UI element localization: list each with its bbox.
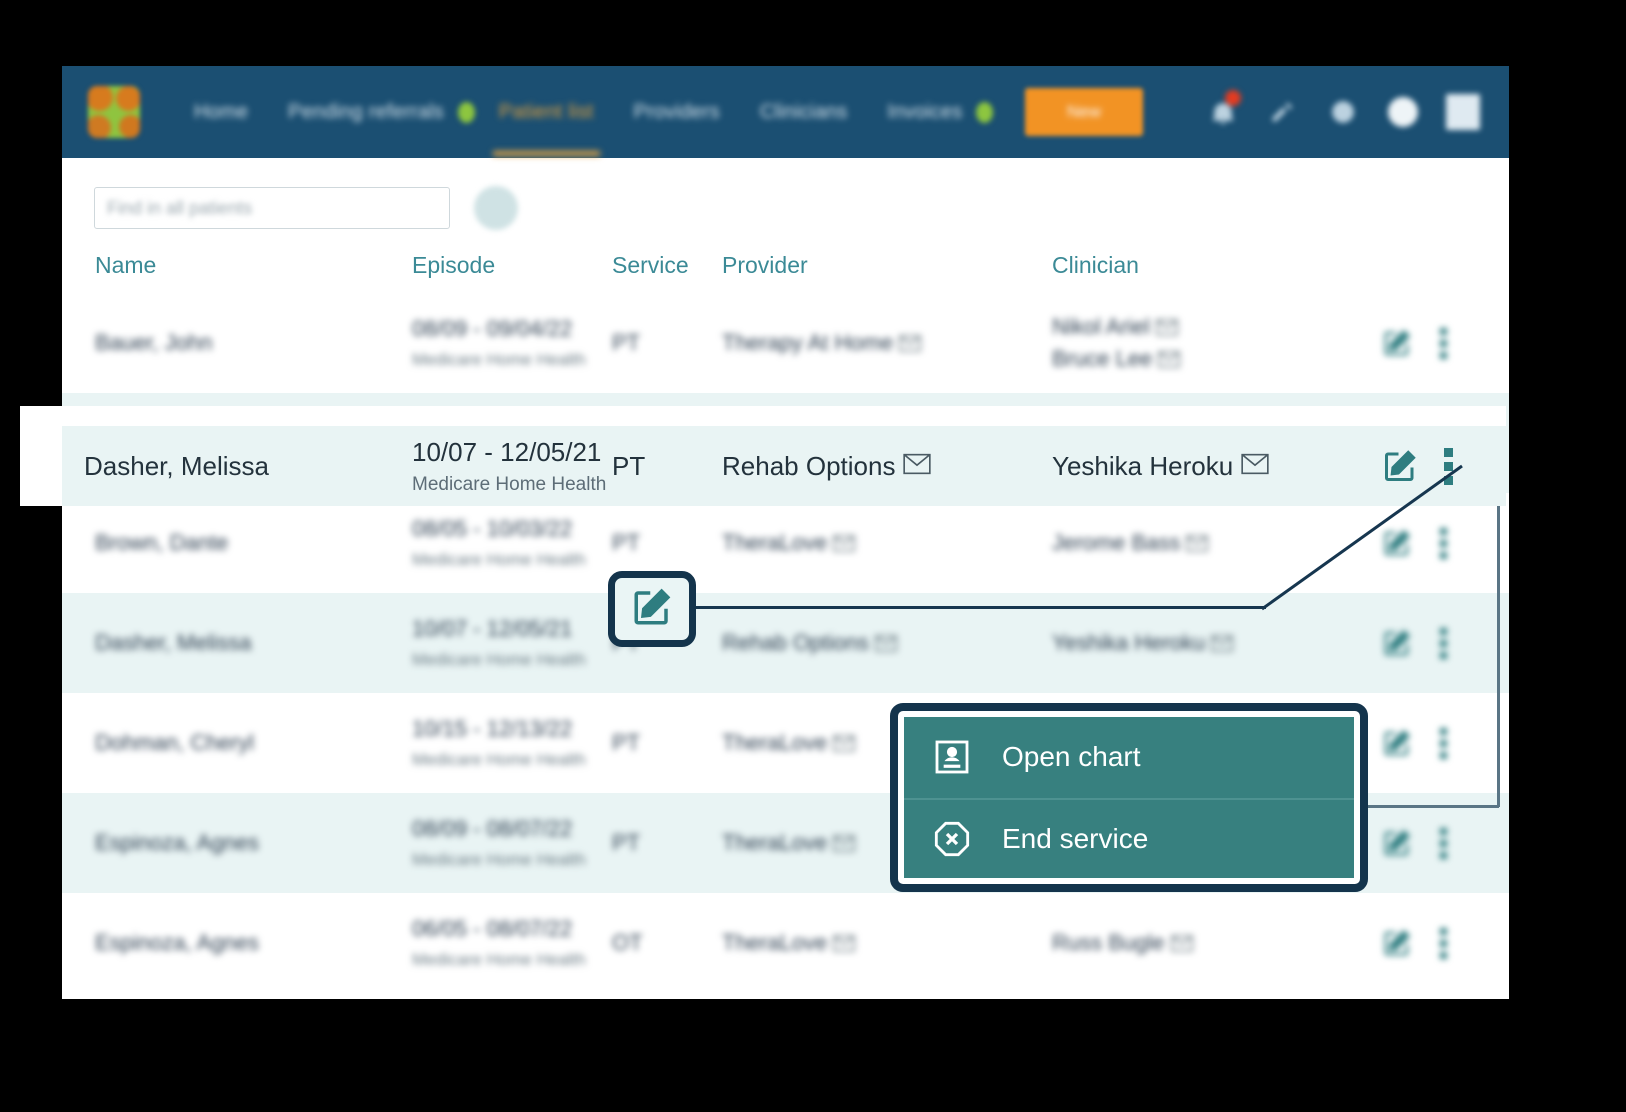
provider-cell: Therapy At Home xyxy=(722,330,1052,356)
menu-item-label: End service xyxy=(1002,823,1148,855)
top-navigation-bar: Home Pending referrals Patient list Prov… xyxy=(62,66,1509,158)
nav-item-invoices[interactable]: Invoices xyxy=(867,101,982,124)
patient-name: Brown, Dante xyxy=(62,530,412,556)
edit-chart-icon[interactable] xyxy=(1382,328,1412,358)
row-overflow-menu-button[interactable] xyxy=(1440,628,1447,659)
menu-item-label: Open chart xyxy=(1002,741,1141,773)
column-header-episode: Episode xyxy=(412,252,612,279)
nav-item-patient-list[interactable]: Patient list xyxy=(479,101,614,124)
new-button[interactable]: New xyxy=(1025,88,1143,136)
kebab-connector-vertical xyxy=(1497,487,1500,807)
episode-cell: 06/05 - 08/07/22Medicare Home Health xyxy=(412,916,612,970)
table-row[interactable]: Bauer, John08/09 - 09/04/22Medicare Home… xyxy=(62,293,1509,393)
notification-badge xyxy=(1225,90,1241,106)
provider-cell: Rehab Options xyxy=(722,451,1052,482)
new-button-label: New xyxy=(1067,102,1101,122)
notifications-icon[interactable] xyxy=(1203,92,1243,132)
patient-name: Dasher, Melissa xyxy=(62,451,412,482)
clinician-cell: Nikol ArielBruce Lee xyxy=(1052,314,1382,372)
invoices-status-dot xyxy=(976,102,993,123)
edit-chart-icon[interactable] xyxy=(1382,828,1412,858)
row-actions xyxy=(1382,328,1502,359)
column-header-name: Name xyxy=(62,252,412,279)
service-type: PT xyxy=(612,451,722,482)
provider-cell: TheraLove xyxy=(722,930,1052,956)
episode-cell: 08/09 - 09/04/22Medicare Home Health xyxy=(412,316,612,370)
edit-chart-icon[interactable] xyxy=(631,586,673,633)
avatar-icon[interactable] xyxy=(1383,92,1423,132)
nav-item-providers[interactable]: Providers xyxy=(614,101,740,124)
row-actions xyxy=(1382,628,1502,659)
callout-connector-diagonal xyxy=(1262,466,1462,609)
search-bar: Find in all patients xyxy=(62,158,1509,230)
provider-cell: TheraLove xyxy=(722,530,1052,556)
nav-item-clinicians[interactable]: Clinicians xyxy=(740,101,868,124)
clinician-cell: Yeshika Heroku xyxy=(1052,630,1382,656)
callout-connector-line xyxy=(696,606,1266,609)
row-overflow-menu-button[interactable] xyxy=(1440,328,1447,359)
column-header-clinician: Clinician xyxy=(1052,252,1382,279)
provider-cell: Rehab Options xyxy=(722,630,1052,656)
help-icon[interactable] xyxy=(1323,92,1363,132)
edit-chart-icon[interactable] xyxy=(1382,728,1412,758)
row-overflow-menu-button[interactable] xyxy=(1440,828,1447,859)
row-overflow-menu-button[interactable] xyxy=(1440,928,1447,959)
episode-cell: 10/07 - 12/05/21Medicare Home Health xyxy=(412,616,612,670)
service-type: PT xyxy=(612,530,722,556)
nav-item-pending-referrals[interactable]: Pending referrals xyxy=(268,101,464,124)
row-overflow-menu-button[interactable] xyxy=(1440,728,1447,759)
menu-icon[interactable] xyxy=(1443,92,1483,132)
patient-name: Espinoza, Agnes xyxy=(62,830,412,856)
provider-name: Rehab Options xyxy=(722,451,895,482)
edit-chart-icon[interactable] xyxy=(1382,928,1412,958)
search-input[interactable]: Find in all patients xyxy=(94,187,450,229)
end-service-icon xyxy=(932,819,972,859)
pending-referrals-status-dot xyxy=(458,102,475,123)
tools-icon[interactable] xyxy=(1263,92,1303,132)
service-type: PT xyxy=(612,730,722,756)
episode-dates: 10/07 - 12/05/21 xyxy=(412,437,601,467)
kebab-connector-horizontal xyxy=(1368,805,1499,808)
provider-email-icon[interactable] xyxy=(903,451,931,482)
patient-name: Espinoza, Agnes xyxy=(62,930,412,956)
row-actions xyxy=(1382,828,1502,859)
episode-cell: 10/07 - 12/05/21 Medicare Home Health xyxy=(412,437,612,496)
column-header-service: Service xyxy=(612,252,722,279)
episode-cell: 08/05 - 10/03/22Medicare Home Health xyxy=(412,516,612,570)
row-actions xyxy=(1382,928,1502,959)
episode-cell: 08/09 - 08/07/22Medicare Home Health xyxy=(412,816,612,870)
table-header-row: Name Episode Service Provider Clinician xyxy=(62,252,1509,293)
clinician-cell: Russ Bugle xyxy=(1052,930,1382,956)
patient-name: Dasher, Melissa xyxy=(62,630,412,656)
screenshot-root: Home Pending referrals Patient list Prov… xyxy=(0,0,1626,1112)
service-type: PT xyxy=(612,830,722,856)
row-context-menu: Open chart End service xyxy=(904,717,1354,878)
patient-name: Dohman, Cheryl xyxy=(62,730,412,756)
episode-plan: Medicare Home Health xyxy=(412,474,612,496)
clinician-name: Yeshika Heroku xyxy=(1052,451,1233,482)
search-placeholder: Find in all patients xyxy=(107,198,252,219)
service-type: PT xyxy=(612,330,722,356)
row-actions xyxy=(1382,728,1502,759)
column-header-provider: Provider xyxy=(722,252,1052,279)
menu-item-open-chart[interactable]: Open chart xyxy=(904,717,1354,798)
nav-item-home[interactable]: Home xyxy=(174,101,268,124)
edit-icon-zoom-callout xyxy=(608,571,696,647)
nav-right-cluster: New xyxy=(1025,88,1483,136)
episode-cell: 10/15 - 12/13/22Medicare Home Health xyxy=(412,716,612,770)
table-row[interactable]: Espinoza, Agnes06/05 - 08/07/22Medicare … xyxy=(62,893,1509,993)
search-button[interactable] xyxy=(474,186,518,230)
app-logo[interactable] xyxy=(88,86,140,138)
nav-links: Home Pending referrals Patient list Prov… xyxy=(174,101,997,124)
patient-name: Bauer, John xyxy=(62,330,412,356)
row-context-menu-callout: Open chart End service xyxy=(890,703,1368,892)
menu-item-end-service[interactable]: End service xyxy=(904,798,1354,879)
edit-chart-icon[interactable] xyxy=(1382,628,1412,658)
service-type: OT xyxy=(612,930,722,956)
chart-card-icon xyxy=(932,737,972,777)
